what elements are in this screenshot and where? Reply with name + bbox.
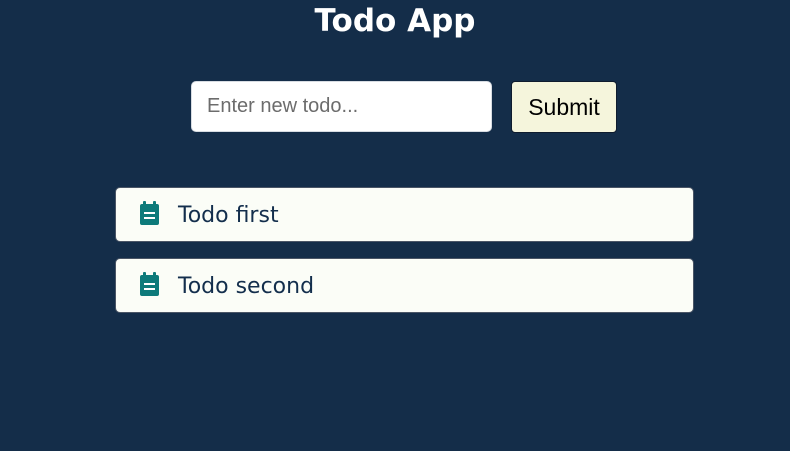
todo-item[interactable]: Todo first bbox=[115, 187, 694, 242]
clipboard-icon bbox=[140, 201, 159, 225]
todo-text: Todo first bbox=[178, 203, 279, 228]
clipboard-icon bbox=[140, 272, 159, 296]
submit-button[interactable]: Submit bbox=[511, 81, 617, 133]
new-todo-input[interactable] bbox=[191, 81, 492, 132]
todo-item[interactable]: Todo second bbox=[115, 258, 694, 313]
todo-form: Submit bbox=[0, 0, 790, 140]
todo-list: Todo first Todo second bbox=[115, 187, 694, 329]
todo-text: Todo second bbox=[178, 274, 315, 299]
